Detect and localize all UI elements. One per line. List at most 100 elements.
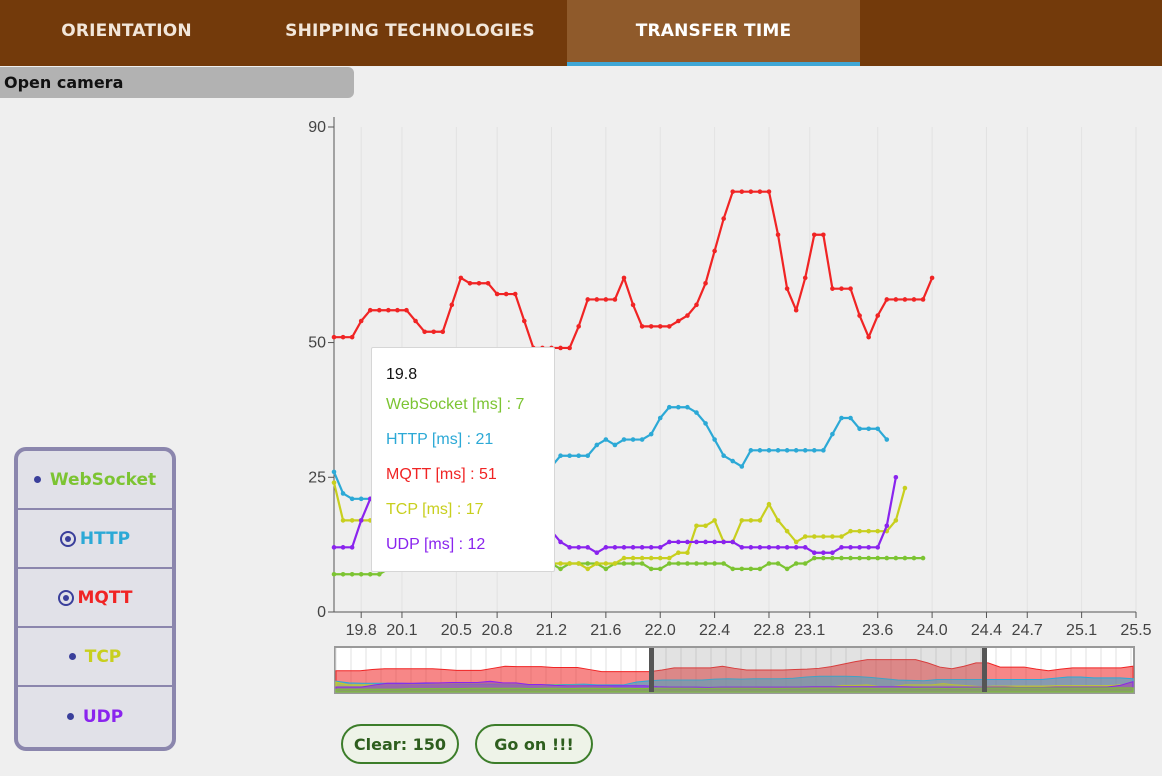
udp-point [866, 545, 871, 550]
websocket-point [766, 561, 772, 566]
mqtt-point [386, 307, 391, 313]
websocket-point [830, 555, 835, 561]
go-on-button[interactable]: Go on !!! [475, 724, 593, 764]
http-point [358, 496, 364, 502]
http-point [848, 415, 853, 421]
udp-point [694, 539, 699, 545]
tcp-point [340, 518, 346, 523]
mqtt-point [522, 318, 527, 324]
websocket-point [712, 561, 717, 566]
http-point [567, 453, 572, 459]
websocket-point [639, 561, 645, 566]
mqtt-point [494, 291, 500, 297]
mqtt-point [884, 297, 890, 302]
udp-point [793, 545, 799, 550]
udp-point [721, 539, 726, 545]
x-ticks: 19.8 20.1 20.5 20.8 21.2 21.6 22.0 22.4 22.8 23.1… [346, 612, 1152, 639]
udp-point [748, 545, 754, 550]
mqtt-point [866, 334, 871, 340]
http-point [585, 453, 591, 459]
x-tick-label: 20.5 [441, 622, 472, 639]
udp-point [349, 545, 355, 550]
websocket-point [866, 555, 871, 561]
mqtt-point [558, 345, 563, 351]
udp-point [612, 545, 618, 550]
tooltip-http: HTTP [ms] : 21 [386, 431, 494, 448]
tcp-point [839, 534, 844, 539]
websocket-point [377, 571, 382, 577]
mqtt-point [630, 302, 636, 308]
websocket-point [358, 571, 364, 577]
mqtt-point [757, 189, 763, 194]
websocket-point [340, 571, 346, 577]
http-point [685, 404, 690, 410]
http-point [594, 442, 600, 448]
http-point [340, 491, 346, 496]
clear-button[interactable]: Clear: 150 [341, 724, 459, 764]
http-point [648, 431, 654, 437]
tcp-point [811, 534, 817, 539]
http-point [775, 448, 781, 453]
websocket-point [585, 561, 591, 566]
mqtt-point [893, 297, 899, 302]
tcp-point [893, 518, 899, 523]
udp-point [639, 545, 645, 550]
tcp-point [648, 555, 654, 561]
mqtt-point [911, 297, 917, 302]
tooltip-websocket: WebSocket [ms] : 7 [386, 396, 525, 413]
tcp-point [630, 555, 636, 561]
websocket-point [802, 561, 808, 566]
tcp-point [567, 561, 572, 566]
tcp-point [866, 528, 871, 534]
mqtt-point [784, 286, 790, 291]
mqtt-point [340, 334, 346, 340]
udp-point [585, 545, 591, 550]
tooltip-tcp: TCP [ms] : 17 [386, 501, 484, 518]
udp-point [766, 545, 772, 550]
tcp-point [639, 555, 645, 561]
tcp-point [558, 561, 563, 566]
websocket-point [694, 561, 699, 566]
navigator-handle-left [649, 648, 654, 692]
mqtt-point [449, 302, 455, 308]
mqtt-point [830, 286, 835, 291]
websocket-point [920, 555, 926, 561]
y-tick-label: 50 [308, 335, 326, 352]
y-tick-label: 25 [308, 469, 326, 486]
tcp-point [685, 550, 690, 556]
udp-point [848, 545, 853, 550]
mqtt-point [367, 307, 373, 313]
mqtt-point [657, 324, 663, 329]
udp-point [594, 550, 600, 556]
udp-point [739, 545, 745, 550]
mqtt-point [703, 280, 708, 286]
udp-point [558, 539, 563, 545]
tcp-point [875, 528, 881, 534]
websocket-point [676, 561, 681, 566]
websocket-point [648, 566, 654, 572]
http-point [757, 448, 763, 453]
http-point [630, 437, 636, 442]
udp-point [893, 474, 899, 480]
tcp-point [666, 555, 672, 561]
http-point [712, 437, 717, 442]
http-point [612, 442, 618, 448]
mqtt-point [802, 275, 808, 281]
websocket-point [821, 555, 826, 561]
udp-point [839, 545, 844, 550]
x-tick-label: 25.1 [1066, 622, 1097, 639]
mqtt-point [821, 232, 826, 238]
http-point [748, 448, 754, 453]
x-tick-label: 20.8 [482, 622, 513, 639]
http-point [703, 421, 708, 426]
udp-point [603, 545, 609, 550]
udp-point [712, 539, 717, 545]
websocket-point [875, 555, 881, 561]
tcp-point [712, 518, 717, 523]
y-tick-label: 0 [317, 604, 326, 621]
websocket-point [793, 561, 799, 566]
udp-point [657, 545, 663, 550]
x-tick-label: 24.7 [1012, 622, 1043, 639]
range-navigator[interactable] [334, 646, 1135, 694]
http-point [866, 426, 871, 432]
